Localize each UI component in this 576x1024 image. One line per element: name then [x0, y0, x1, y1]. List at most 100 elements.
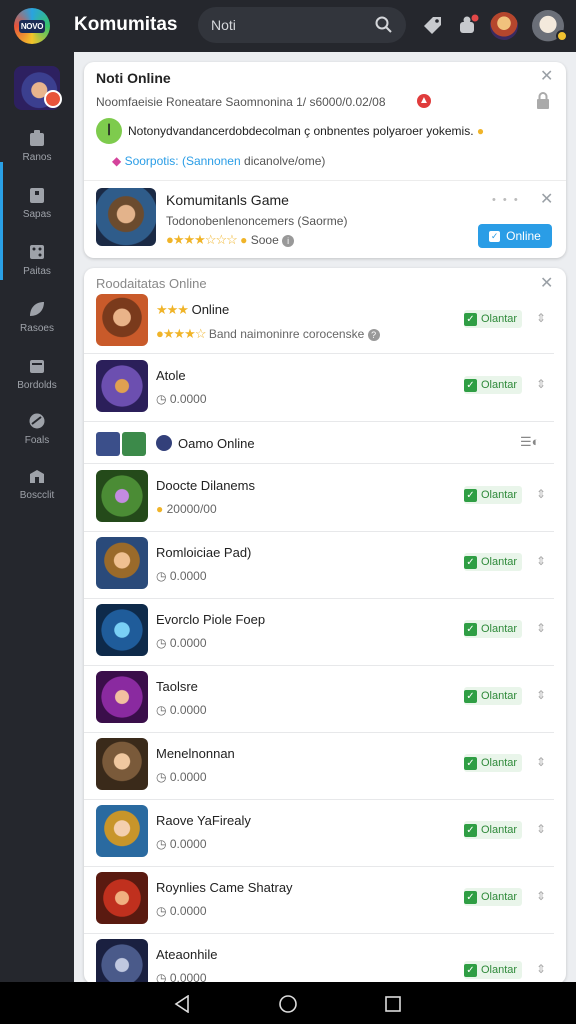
list-item-subtitle-text: 0.0000 — [169, 636, 207, 650]
list-item[interactable]: Doocte Dilanems ● 20000/00 ✓ Olantar ⇕ — [84, 464, 554, 532]
group-label: Oamo Online — [178, 436, 255, 451]
info-icon[interactable]: i — [282, 235, 295, 247]
group-avatar — [156, 435, 172, 451]
back-icon[interactable] — [174, 995, 190, 1013]
game-thumbnail[interactable] — [96, 188, 156, 246]
status-label: Olantar — [481, 690, 518, 702]
pin-icon[interactable]: ⇕ — [536, 889, 546, 903]
check-icon: ✓ — [464, 488, 477, 502]
status-label: Olantar — [481, 313, 518, 325]
list-item-title: Evorclo Piole Foep — [156, 612, 266, 627]
leaf-icon — [30, 302, 44, 316]
list-item-subtitle: ◷ 0.0000 — [156, 904, 207, 918]
list-item[interactable]: Romloiciae Pad) ◷ 0.0000 ✓ Olantar ⇕ — [84, 531, 554, 599]
game-thumbnail — [96, 671, 148, 723]
sidebar-item-label: Paitas — [23, 266, 51, 277]
sidebar-item-rasoes[interactable]: Rasoes — [0, 299, 74, 334]
list-item-title: Menelnonnan — [156, 746, 235, 761]
list-item[interactable]: Roynlies Came Shatray ◷ 0.0000 ✓ Olantar … — [84, 866, 554, 934]
friends-notification-icon[interactable] — [456, 13, 480, 37]
user-avatar[interactable] — [490, 12, 518, 40]
tag-link[interactable]: Soorpotis: (Sannonen — [125, 154, 241, 168]
list-item-subtitle-text: 20000/00 — [166, 502, 217, 516]
diamond-icon: ◆ — [112, 154, 122, 168]
clock-icon: ◷ — [156, 392, 167, 406]
list-item-title: Roynlies Came Shatray — [156, 880, 293, 895]
sidebar-item-boscclit[interactable]: Boscclit — [0, 466, 74, 501]
online-list-card: Roodaitatas Online ✕ ★★★ Online ●★★★☆ Ba… — [84, 268, 566, 984]
home-icon — [30, 130, 44, 146]
list-toggle-icon[interactable]: ☰◐ — [520, 434, 540, 450]
sidebar-item-ranos[interactable]: Ranos — [0, 128, 74, 163]
check-icon: ✓ — [464, 555, 477, 569]
list-item[interactable]: Ateaonhile ◷ 0.0000 ✓ Olantar ⇕ — [84, 933, 554, 984]
list-item[interactable]: Raove YaFirealy ◷ 0.0000 ✓ Olantar ⇕ — [84, 799, 554, 867]
clock-icon: ◷ — [156, 703, 167, 717]
coin-icon: ● — [156, 502, 164, 516]
tag-icon[interactable] — [421, 13, 445, 37]
list-item[interactable]: ★★★ Online ●★★★☆ Band naimoninre corocen… — [84, 288, 554, 354]
group-row[interactable]: Oamo Online ☰◐ — [84, 422, 554, 464]
search-icon[interactable] — [374, 15, 394, 35]
list-item-title: Taolsre — [156, 679, 198, 694]
top-bar: NOVO Komumitas Noti — [0, 0, 576, 52]
close-icon[interactable]: ✕ — [540, 69, 553, 85]
check-icon: ✓ — [464, 823, 477, 837]
list-item[interactable]: Atole ◷ 0.0000 ✓ Olantar ⇕ — [84, 354, 554, 422]
game-thumbnail — [96, 939, 148, 984]
clock-icon: ◷ — [156, 569, 167, 583]
more-dots[interactable]: • • • — [492, 194, 520, 206]
status-label: Olantar — [481, 757, 518, 769]
pin-icon[interactable]: ⇕ — [536, 688, 546, 702]
status-badge: ✓ Olantar — [464, 553, 523, 571]
main-content: Noti Online ✕ Noomfaeisie Roneatare Saom… — [74, 52, 576, 984]
pin-icon[interactable]: ⇕ — [536, 962, 546, 976]
sidebar-item-paitas[interactable]: Paitas — [0, 242, 74, 277]
list-item-title: ★★★ Online — [156, 302, 229, 318]
pin-icon[interactable]: ⇕ — [536, 487, 546, 501]
pin-icon[interactable]: ⇕ — [536, 377, 546, 391]
sidebar-item-label: Ranos — [22, 152, 52, 163]
check-icon: ✓ — [464, 963, 477, 977]
sidebar-item-bordolds[interactable]: Bordolds — [0, 356, 74, 391]
check-icon: ✓ — [464, 890, 477, 904]
notification-message-text: Notonydvandancerdobdecolman ç onbnentes … — [128, 124, 474, 138]
status-badge: ✓ Olantar — [464, 754, 523, 772]
list-item-subtitle-text: 0.0000 — [169, 392, 207, 406]
sidebar-item-label: Bordolds — [17, 380, 57, 391]
search-input[interactable]: Noti — [198, 7, 406, 43]
list-item[interactable]: Menelnonnan ◷ 0.0000 ✓ Olantar ⇕ — [84, 732, 554, 800]
game-title: Komumitanls Game — [166, 192, 289, 208]
group-thumbnail — [122, 432, 146, 456]
home-button-icon[interactable] — [278, 994, 298, 1014]
status-label: Olantar — [481, 623, 518, 635]
check-icon: ✓ — [464, 689, 477, 703]
card-icon — [30, 188, 44, 203]
list-item-subtitle: ◷ 0.0000 — [156, 636, 207, 650]
sidebar-avatar-badge — [44, 90, 62, 108]
pin-icon[interactable]: ⇕ — [536, 621, 546, 635]
notification-tags: ◆ Soorpotis: (Sannonen dicanolve/ome) — [112, 154, 325, 168]
status-label: Olantar — [481, 556, 518, 568]
check-icon: ✓ — [464, 378, 477, 392]
app-title: Komumitas — [74, 14, 178, 35]
status-label: Olantar — [481, 379, 518, 391]
rating-stars: ●★★★☆☆☆ — [166, 232, 238, 247]
list-item[interactable]: Evorclo Piole Foep ◷ 0.0000 ✓ Olantar ⇕ — [84, 598, 554, 666]
list-item-subtitle: ◷ 0.0000 — [156, 569, 207, 583]
status-label: Olantar — [481, 964, 518, 976]
pin-icon[interactable]: ⇕ — [536, 755, 546, 769]
pin-icon[interactable]: ⇕ — [536, 822, 546, 836]
emoji-icon: ● — [476, 124, 485, 138]
app-logo[interactable]: NOVO — [14, 8, 50, 44]
sidebar-item-sapas[interactable]: Sapas — [0, 185, 74, 220]
list-item[interactable]: Taolsre ◷ 0.0000 ✓ Olantar ⇕ — [84, 665, 554, 733]
status-badge: ✓ Olantar — [464, 961, 523, 979]
pin-icon[interactable]: ⇕ — [536, 311, 546, 325]
online-button[interactable]: ✓ Online — [478, 224, 552, 248]
pin-icon[interactable]: ⇕ — [536, 554, 546, 568]
lock-icon[interactable] — [535, 92, 551, 110]
close-icon[interactable]: ✕ — [540, 192, 553, 208]
sidebar-item-foals[interactable]: Foals — [0, 411, 74, 446]
recents-icon[interactable] — [384, 995, 402, 1013]
